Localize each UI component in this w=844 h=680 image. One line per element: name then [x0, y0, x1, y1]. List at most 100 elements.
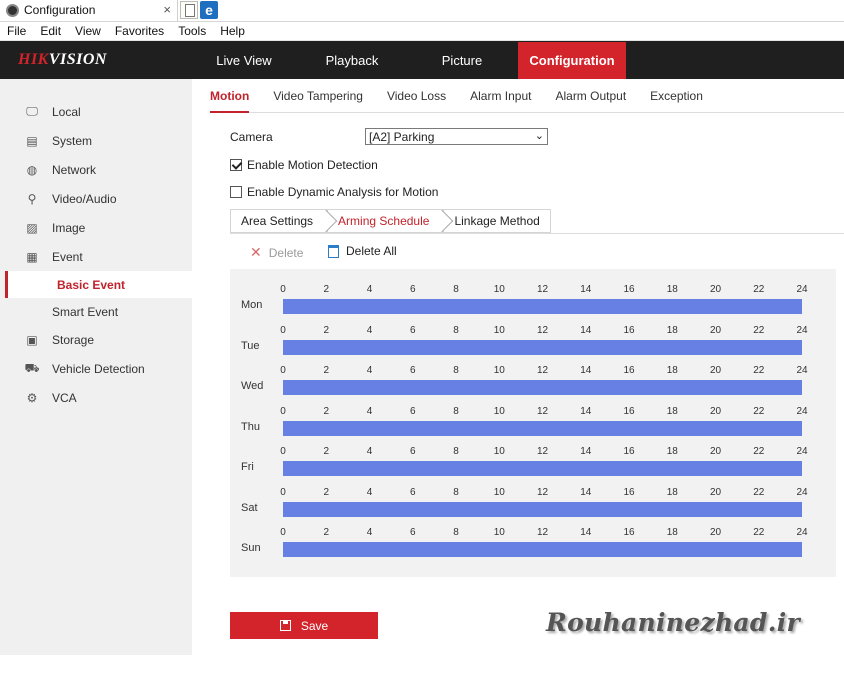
hour-label: 16 [623, 284, 635, 295]
delete-button[interactable]: ✕ Delete [250, 244, 303, 261]
step-label: Arming Schedule [338, 214, 430, 228]
hour-label: 24 [796, 527, 808, 538]
new-tab-icon[interactable] [180, 1, 198, 19]
browser-tab[interactable]: Configuration × [0, 0, 178, 21]
tab-video-loss[interactable]: Video Loss [387, 89, 446, 112]
save-label: Save [300, 618, 329, 633]
step-area-settings[interactable]: Area Settings [230, 209, 338, 233]
sidebar-item-system[interactable]: ▤ System [0, 126, 192, 155]
tab-motion[interactable]: Motion [210, 89, 250, 113]
hour-label: 8 [453, 324, 459, 336]
sidebar-sub-smart-event[interactable]: Smart Event [0, 298, 192, 325]
vca-icon: ⚙ [26, 390, 38, 405]
sidebar-item-label: VCA [52, 390, 77, 405]
sidebar-item-image[interactable]: ▨ Image [0, 213, 192, 242]
hour-label: 0 [280, 365, 286, 376]
hour-label: 16 [623, 446, 635, 457]
delete-all-button[interactable]: Delete All [328, 244, 397, 258]
storage-icon: ▣ [26, 332, 38, 347]
day-label: Sat [241, 501, 258, 514]
menu-view[interactable]: View [68, 24, 108, 38]
tab-alarm-input[interactable]: Alarm Input [470, 89, 531, 112]
enable-motion-checkbox[interactable] [230, 159, 242, 171]
enable-dynamic-checkbox[interactable] [230, 186, 242, 198]
armed-time-bar[interactable] [283, 501, 802, 517]
hour-label: 4 [366, 405, 373, 417]
monitor-icon: 🖵 [26, 104, 38, 118]
hour-label: 6 [409, 405, 416, 417]
hour-label: 14 [580, 284, 592, 295]
enable-motion-label: Enable Motion Detection [247, 158, 378, 172]
menu-file[interactable]: File [0, 24, 33, 38]
steps-divider [230, 233, 844, 234]
enable-dynamic-label: Enable Dynamic Analysis for Motion [247, 185, 439, 199]
step-arming-schedule[interactable]: Arming Schedule [327, 209, 454, 233]
step-linkage-method[interactable]: Linkage Method [443, 209, 551, 233]
armed-time-bar[interactable] [283, 339, 802, 355]
sidebar-item-video-audio[interactable]: ⚲ Video/Audio [0, 184, 192, 213]
sidebar-item-label: Event [52, 249, 83, 264]
nav-picture[interactable]: Picture [406, 41, 518, 79]
armed-time-bar[interactable] [283, 461, 802, 476]
day-label: Fri [241, 461, 254, 473]
armed-time-bar[interactable] [283, 299, 802, 314]
menu-tools[interactable]: Tools [171, 24, 213, 38]
image-icon: ▨ [26, 220, 38, 235]
nav-configuration[interactable]: Configuration [518, 42, 626, 79]
hour-label: 4 [366, 365, 373, 376]
tab-alarm-output[interactable]: Alarm Output [555, 89, 626, 112]
hour-label: 12 [536, 405, 549, 417]
tab-video-tampering[interactable]: Video Tampering [273, 89, 363, 112]
hour-label: 14 [580, 446, 592, 457]
hour-label: 2 [323, 324, 330, 336]
schedule-row-sun: Sun 0 2 4 6 8 10 12 14 16 18 20 22 24 [230, 522, 836, 562]
hour-label: 2 [323, 527, 330, 538]
sidebar-item-local[interactable]: 🖵 Local [0, 97, 192, 126]
sidebar-item-vca[interactable]: ⚙ VCA [0, 383, 192, 412]
globe-icon: ◍ [26, 162, 38, 177]
armed-time-bar[interactable] [283, 542, 802, 557]
close-tab-icon[interactable]: × [163, 2, 171, 17]
menu-favorites[interactable]: Favorites [108, 24, 171, 38]
sidebar-sub-basic-event[interactable]: Basic Event [5, 271, 192, 298]
sidebar-item-storage[interactable]: ▣ Storage [0, 325, 192, 354]
hour-label: 18 [666, 405, 678, 417]
hour-label: 8 [453, 486, 459, 498]
top-navigation-bar: HIK VISION Live View Playback Picture Config… [0, 41, 844, 79]
day-label: Tue [241, 339, 260, 352]
armed-time-bar[interactable] [283, 420, 802, 436]
hour-label: 16 [623, 365, 635, 376]
hour-label: 2 [323, 486, 330, 498]
menu-edit[interactable]: Edit [33, 24, 68, 38]
hour-label: 0 [280, 284, 286, 295]
menu-help[interactable]: Help [213, 24, 252, 38]
save-button[interactable]: Save [230, 612, 378, 639]
browser-tab-strip: Configuration × e [0, 0, 844, 22]
day-label: Mon [241, 299, 263, 311]
hour-label: 12 [536, 446, 549, 457]
armed-time-bar[interactable] [283, 380, 802, 395]
hour-label: 14 [580, 527, 592, 538]
day-label: Wed [241, 380, 264, 392]
sidebar-item-label: Vehicle Detection [52, 361, 145, 376]
hour-label: 10 [493, 446, 505, 457]
sidebar-item-vehicle-detection[interactable]: ⛟ Vehicle Detection [0, 354, 192, 383]
day-label: Thu [241, 420, 260, 433]
hour-label: 2 [323, 405, 330, 417]
event-tabs: Motion Video Tampering Video Loss Alarm Inp… [210, 79, 844, 113]
camera-select[interactable]: [A2] Parking ⌄ [365, 128, 548, 145]
sidebar-item-network[interactable]: ◍ Network [0, 155, 192, 184]
hour-label: 22 [753, 284, 765, 295]
internet-explorer-icon[interactable]: e [200, 1, 218, 19]
tab-exception[interactable]: Exception [650, 89, 703, 112]
sidebar-item-label: Local [52, 104, 81, 119]
delete-label: Delete [268, 245, 304, 260]
step-label: Area Settings [241, 214, 314, 228]
step-label: Linkage Method [454, 214, 540, 228]
hour-label: 22 [753, 324, 765, 336]
hour-label: 12 [536, 527, 549, 538]
nav-playback[interactable]: Playback [298, 41, 406, 79]
nav-live-view[interactable]: Live View [190, 41, 298, 79]
hour-label: 18 [666, 527, 678, 538]
sidebar-item-event[interactable]: ▦ Event [0, 242, 192, 271]
